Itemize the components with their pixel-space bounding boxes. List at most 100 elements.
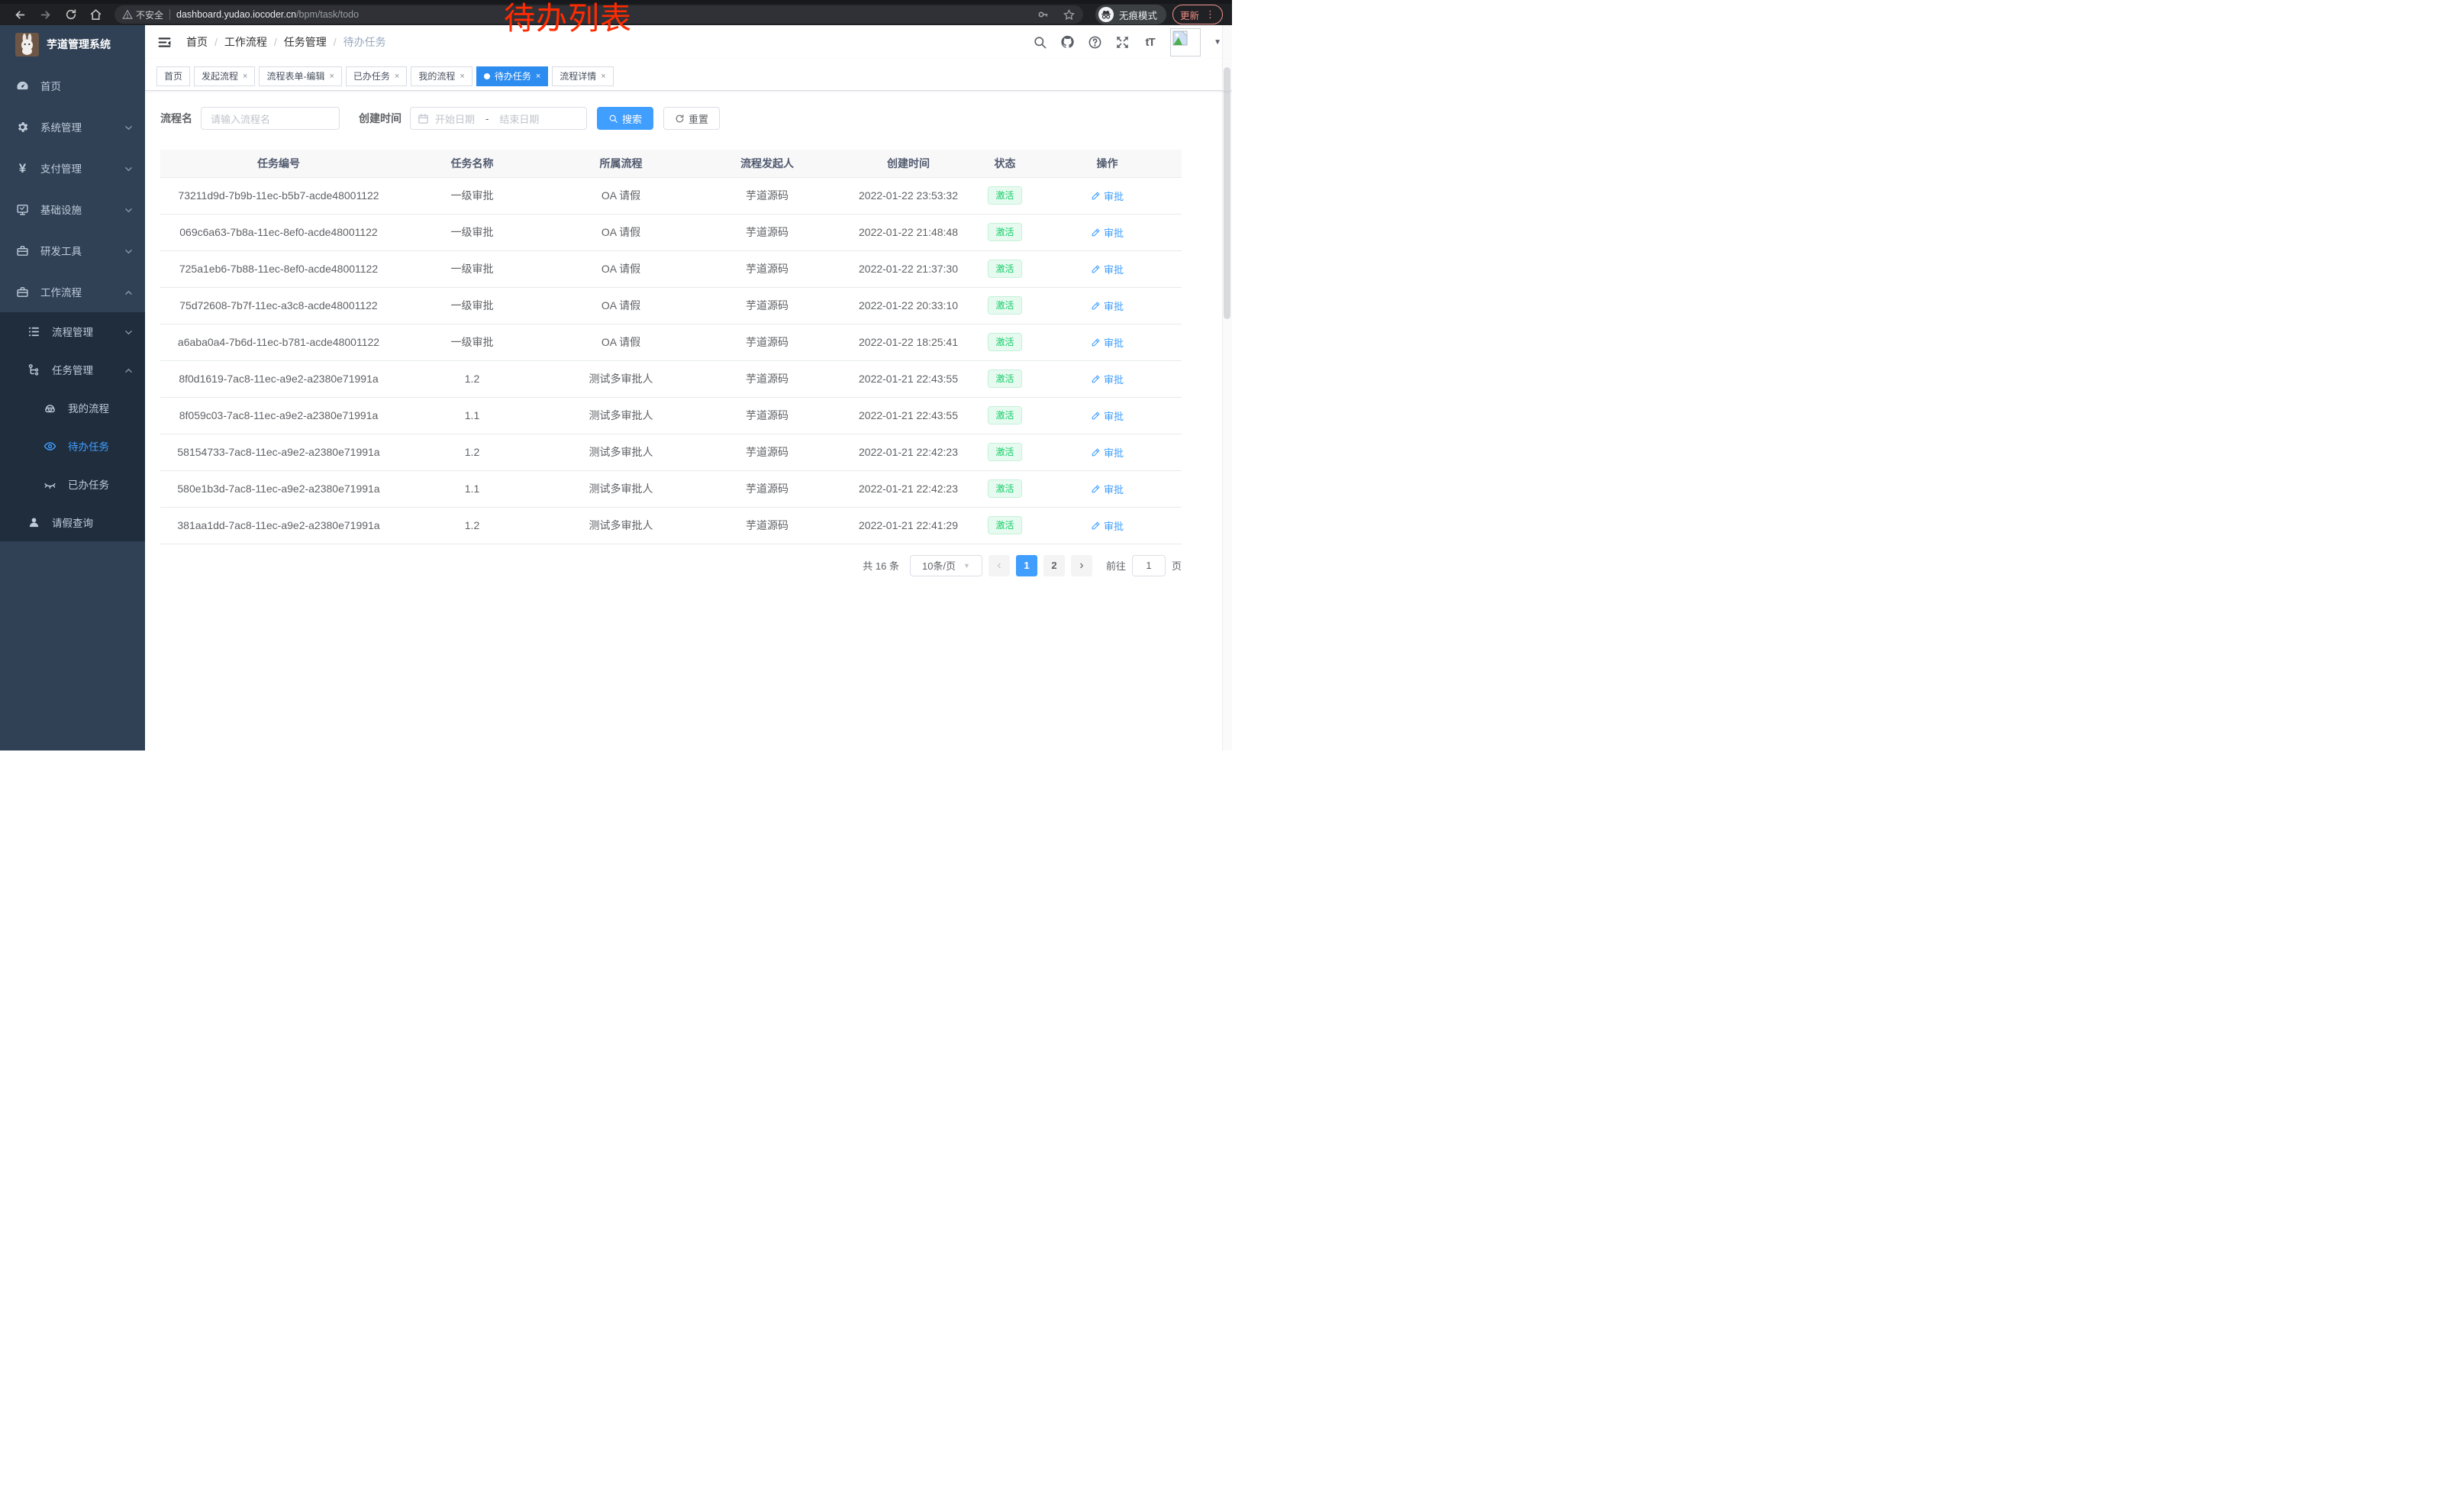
task-name-cell: 一级审批: [397, 324, 547, 360]
reload-icon[interactable]: [64, 8, 77, 21]
approve-link-label: 审批: [1104, 445, 1124, 460]
forward-icon[interactable]: [39, 8, 52, 21]
prev-page-button[interactable]: ‹: [989, 555, 1010, 576]
tab-label: 已办任务: [353, 69, 390, 82]
github-icon[interactable]: [1060, 35, 1075, 50]
collapse-sidebar-icon[interactable]: [156, 34, 173, 50]
task-id-cell: 75d72608-7b7f-11ec-a3c8-acde48001122: [160, 287, 397, 324]
password-key-icon[interactable]: [1037, 8, 1050, 21]
page-size-select[interactable]: 10条/页 ▼: [910, 555, 982, 576]
window-scrollbar[interactable]: [1222, 25, 1232, 750]
next-page-button[interactable]: ›: [1071, 555, 1092, 576]
tab-label: 我的流程: [418, 69, 455, 82]
date-range-input[interactable]: 开始日期 - 结束日期: [410, 107, 587, 130]
approve-link[interactable]: 审批: [1091, 372, 1124, 386]
font-size-icon[interactable]: tT: [1143, 35, 1157, 50]
chevron-up-icon: [124, 366, 133, 374]
tab-6[interactable]: 流程详情×: [552, 66, 613, 86]
search-button[interactable]: 搜索: [597, 107, 653, 130]
sidebar-item-4[interactable]: 研发工具: [0, 230, 145, 271]
approve-link[interactable]: 审批: [1091, 189, 1124, 203]
sidebar-item-11[interactable]: 请假查询: [0, 503, 145, 541]
approve-link[interactable]: 审批: [1091, 225, 1124, 240]
column-header-5: 状态: [977, 150, 1033, 177]
approve-link[interactable]: 审批: [1091, 408, 1124, 423]
reset-button[interactable]: 重置: [663, 107, 720, 130]
tab-4[interactable]: 我的流程 ×: [411, 66, 472, 86]
sidebar-item-9[interactable]: 待办任务: [0, 427, 145, 465]
action-cell: 审批: [1033, 360, 1182, 397]
sidebar-item-2[interactable]: ¥支付管理: [0, 147, 145, 189]
approve-link[interactable]: 审批: [1091, 445, 1124, 460]
page-button-2[interactable]: 2: [1043, 555, 1065, 576]
breadcrumb-item-0[interactable]: 首页: [186, 34, 208, 50]
sidebar-item-label: 流程管理: [52, 324, 93, 339]
sidebar-item-3[interactable]: 基础设施: [0, 189, 145, 230]
sidebar-item-1[interactable]: 系统管理: [0, 106, 145, 147]
starter-cell: 芋道源码: [695, 507, 840, 544]
sidebar-item-10[interactable]: 已办任务: [0, 465, 145, 503]
browser-update-button[interactable]: 更新 ⋮: [1172, 5, 1223, 24]
tab-5[interactable]: 待办任务×: [476, 66, 548, 86]
breadcrumb: 首页/工作流程/任务管理/待办任务: [186, 34, 386, 50]
breadcrumb-item-2[interactable]: 任务管理: [284, 34, 327, 50]
column-header-1: 任务名称: [397, 150, 547, 177]
sidebar-item-6[interactable]: 流程管理: [0, 312, 145, 350]
tab-close-icon[interactable]: ×: [460, 72, 464, 81]
sidebar-item-0[interactable]: 首页: [0, 65, 145, 106]
page-button-1[interactable]: 1: [1016, 555, 1037, 576]
process-cell: OA 请假: [547, 287, 695, 324]
fullscreen-icon[interactable]: [1115, 35, 1130, 50]
eye-icon: [44, 440, 56, 453]
help-icon[interactable]: [1088, 35, 1102, 50]
breadcrumb-item-1[interactable]: 工作流程: [224, 34, 267, 50]
sidebar-logo[interactable]: 芋道管理系统: [0, 25, 145, 63]
edit-icon: [1091, 191, 1101, 201]
avatar-caret-down-icon[interactable]: ▼: [1214, 38, 1221, 47]
scrollbar-thumb[interactable]: [1224, 67, 1230, 319]
approve-link[interactable]: 审批: [1091, 518, 1124, 533]
breadcrumb-separator: /: [334, 36, 337, 48]
tab-close-icon[interactable]: ×: [329, 72, 334, 81]
tab-close-icon[interactable]: ×: [395, 72, 399, 81]
tab-1[interactable]: 发起流程×: [194, 66, 255, 86]
goto-page-input[interactable]: 1: [1132, 555, 1166, 576]
browser-menu-icon[interactable]: ⋮: [1205, 8, 1215, 21]
sidebar-item-5[interactable]: 工作流程: [0, 271, 145, 312]
action-cell: 审批: [1033, 287, 1182, 324]
approve-link[interactable]: 审批: [1091, 482, 1124, 496]
breadcrumb-separator: /: [274, 36, 277, 48]
tab-close-icon[interactable]: ×: [243, 72, 247, 81]
tab-close-icon[interactable]: ×: [536, 72, 540, 81]
action-cell: 审批: [1033, 507, 1182, 544]
url-path: /bpm/task/todo: [296, 9, 359, 20]
process-name-placeholder: 请输入流程名: [211, 111, 270, 126]
tab-2[interactable]: 流程表单-编辑×: [259, 66, 341, 86]
process-name-input[interactable]: 请输入流程名: [201, 107, 340, 130]
sidebar-item-7[interactable]: 任务管理: [0, 350, 145, 389]
task-id-cell: 58154733-7ac8-11ec-a9e2-a2380e71991a: [160, 434, 397, 470]
approve-link[interactable]: 审批: [1091, 335, 1124, 350]
security-warning-icon[interactable]: [122, 9, 133, 20]
address-divider: [169, 9, 170, 20]
tab-close-icon[interactable]: ×: [601, 72, 605, 81]
screen: 不安全 dashboard.yudao.iocoder.cn/bpm/task/…: [0, 0, 1232, 750]
home-icon[interactable]: [89, 8, 102, 21]
edit-icon: [1091, 301, 1101, 311]
sidebar-item-label: 已办任务: [68, 476, 109, 492]
tab-3[interactable]: 已办任务 ×: [346, 66, 407, 86]
create-time-cell: 2022-01-22 21:48:48: [840, 214, 977, 250]
tab-0[interactable]: 首页: [156, 66, 190, 86]
avatar[interactable]: [1170, 28, 1201, 56]
bookmark-star-icon[interactable]: [1063, 8, 1076, 21]
sidebar-item-8[interactable]: 我的流程: [0, 389, 145, 427]
date-start-placeholder: 开始日期: [435, 111, 475, 126]
back-icon[interactable]: [14, 8, 27, 21]
approve-link[interactable]: 审批: [1091, 262, 1124, 276]
search-icon[interactable]: [1033, 35, 1047, 50]
edit-icon: [1091, 374, 1101, 384]
create-time-cell: 2022-01-21 22:43:55: [840, 360, 977, 397]
approve-link[interactable]: 审批: [1091, 299, 1124, 313]
address-bar[interactable]: 不安全 dashboard.yudao.iocoder.cn/bpm/task/…: [114, 5, 1083, 24]
sidebar-item-label: 首页: [40, 78, 61, 93]
